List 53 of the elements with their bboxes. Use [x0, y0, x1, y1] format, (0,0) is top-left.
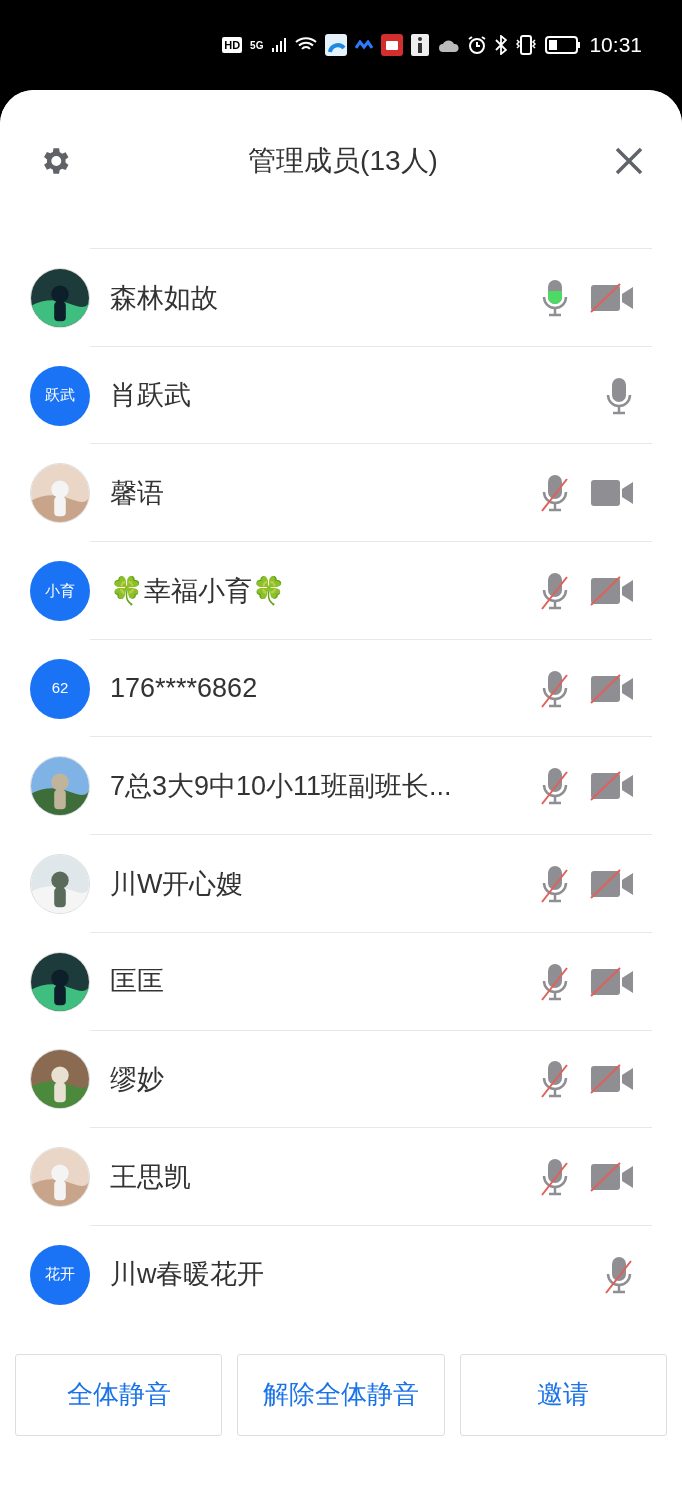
- muted-microphone-icon[interactable]: [540, 473, 570, 514]
- clock-time: 10:31: [589, 32, 642, 59]
- avatar: 小育: [30, 560, 90, 621]
- alarm-icon: [467, 35, 488, 55]
- vibrate-icon: [515, 35, 538, 55]
- cloud-icon: [439, 38, 460, 52]
- action-button[interactable]: 邀请: [459, 1353, 667, 1436]
- avatar: 62: [30, 658, 90, 719]
- camera-off-icon[interactable]: [590, 868, 634, 899]
- signal-icon: [271, 37, 288, 53]
- muted-microphone-icon[interactable]: [540, 1059, 570, 1100]
- muted-microphone-icon[interactable]: [540, 668, 570, 709]
- camera-off-icon[interactable]: [590, 1064, 634, 1095]
- hd-badge: HD: [222, 36, 243, 54]
- member-name: 馨语: [110, 476, 165, 510]
- camera-off-icon[interactable]: [590, 771, 634, 802]
- avatar: 跃武: [30, 365, 90, 426]
- member-name: 肖跃武: [110, 379, 192, 413]
- camera-off-icon[interactable]: [590, 575, 634, 606]
- muted-microphone-icon[interactable]: [540, 570, 570, 611]
- close-icon[interactable]: [614, 146, 644, 176]
- camera-off-icon[interactable]: [590, 282, 634, 313]
- member-name: 匡匡: [110, 965, 165, 999]
- battery-icon: [545, 36, 582, 54]
- muted-microphone-icon[interactable]: [540, 863, 570, 904]
- video-camera-icon[interactable]: [590, 478, 634, 509]
- bluetooth-icon: [495, 35, 508, 55]
- info-icon: [411, 34, 432, 56]
- member-name: 王思凯: [110, 1160, 192, 1194]
- action-button[interactable]: 全体静音: [15, 1353, 223, 1436]
- microphone-icon[interactable]: [540, 277, 570, 318]
- member-name: 森林如故: [110, 281, 219, 315]
- microphone-icon[interactable]: [604, 375, 634, 416]
- member-name: 川w春暖花开: [110, 1258, 266, 1292]
- muted-microphone-icon[interactable]: [540, 766, 570, 807]
- bird-icon: [355, 40, 374, 50]
- app-icon: [325, 34, 348, 56]
- avatar: 花开: [30, 1244, 90, 1305]
- action-button[interactable]: 解除全体静音: [237, 1353, 445, 1436]
- camera-off-icon[interactable]: [590, 673, 634, 704]
- member-name: 川W开心嫂: [110, 867, 245, 901]
- member-name: 176****6862: [110, 672, 259, 706]
- member-name: 缪妙: [110, 1063, 165, 1097]
- camera-off-icon[interactable]: [590, 966, 634, 997]
- video-app-icon: [381, 34, 404, 56]
- camera-off-icon[interactable]: [590, 1162, 634, 1193]
- muted-microphone-icon[interactable]: [540, 961, 570, 1002]
- member-name: 7总3大9中10小11班副班长...: [110, 770, 453, 804]
- dialog-title: 管理成员(13人): [248, 144, 438, 178]
- member-name: 🍀幸福小育🍀: [110, 574, 287, 608]
- network-label: 5G: [250, 38, 264, 53]
- muted-microphone-icon[interactable]: [604, 1254, 634, 1295]
- muted-microphone-icon[interactable]: [540, 1157, 570, 1198]
